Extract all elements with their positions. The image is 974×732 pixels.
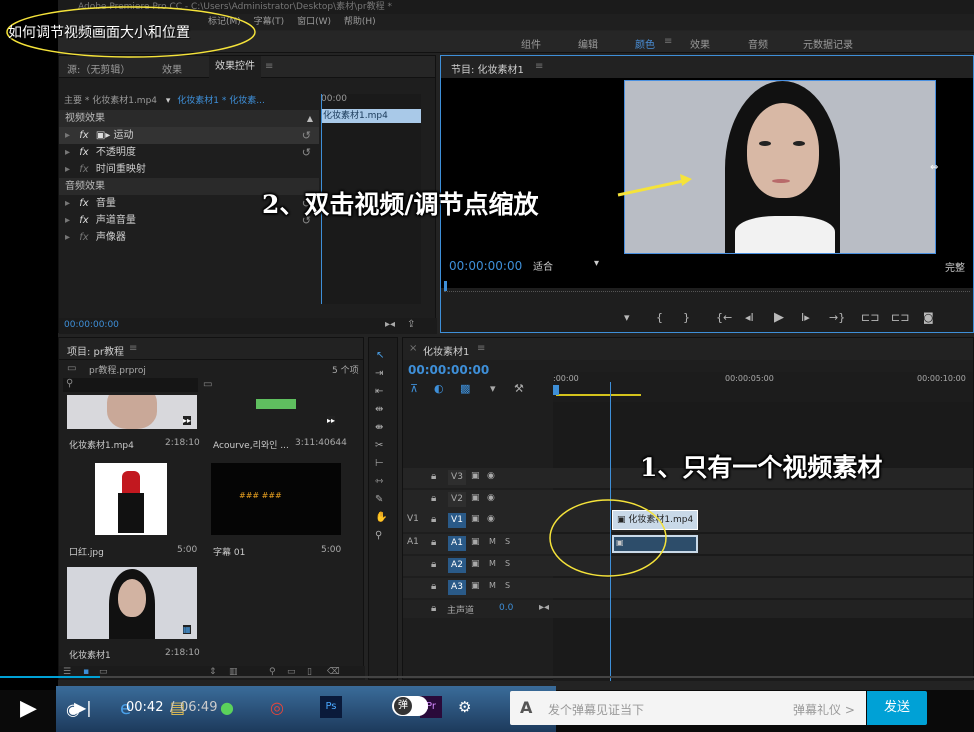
video-caption: 如何调节视频画面大小和位置 (8, 25, 190, 41)
pointer-arrowhead (680, 174, 692, 186)
progress-track[interactable] (0, 676, 974, 678)
time-separator: / (170, 700, 175, 715)
play-button[interactable]: ▶ (20, 696, 37, 721)
danmu-toggle[interactable]: 弹 (392, 696, 428, 716)
next-button[interactable]: ▶| (74, 698, 92, 717)
wechat-icon[interactable]: ● (220, 698, 234, 717)
current-time: 00:42 (126, 700, 164, 715)
danmu-placeholder: 发个弹幕见证当下 (548, 703, 645, 717)
chrome-icon[interactable]: ◎ (270, 698, 284, 717)
annotation-2: 2、双击视频/调节点缩放 (262, 190, 539, 219)
send-button[interactable]: 发送 (867, 691, 927, 725)
annotation-1: 1、只有一个视频素材 (640, 453, 883, 482)
progress-fill (0, 676, 101, 678)
font-style-icon[interactable]: A (520, 698, 532, 717)
danmu-toggle-label: 弹 (394, 697, 412, 715)
video-player-bar: ◉ e ▤ ● ◎ Ps Pr ▶ ▶| 00:42 / 06:49 弹 ⚙ A… (0, 676, 974, 732)
photoshop-icon[interactable]: Ps (320, 696, 342, 718)
pointer-arrow (617, 178, 689, 197)
danmu-etiquette-link[interactable]: 弹幕礼仪 > (793, 701, 855, 718)
total-time: 06:49 (180, 700, 218, 715)
clip-ellipse (549, 499, 667, 577)
danmu-settings-icon[interactable]: ⚙ (458, 698, 471, 716)
danmu-input[interactable]: A 发个弹幕见证当下 弹幕礼仪 > (510, 691, 866, 725)
annotation-overlay (6, 6, 692, 577)
